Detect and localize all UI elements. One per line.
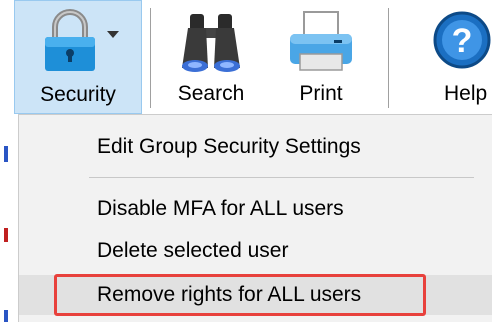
menu-separator xyxy=(89,177,474,178)
menu-item-disable-mfa[interactable]: Disable MFA for ALL users xyxy=(19,189,492,229)
help-label: Help xyxy=(444,82,488,105)
menu-item-delete-selected-user[interactable]: Delete selected user xyxy=(19,231,492,271)
background-edge-mark xyxy=(4,146,8,162)
highlight-annotation-box xyxy=(54,274,426,316)
chevron-down-icon[interactable] xyxy=(107,31,119,39)
menu-item-label: Edit Group Security Settings xyxy=(97,135,361,158)
menu-item-label: Delete selected user xyxy=(97,239,289,262)
menu-item-edit-group-security-settings[interactable]: Edit Group Security Settings xyxy=(19,127,492,167)
print-button[interactable]: Print xyxy=(274,0,368,114)
security-button[interactable]: Security xyxy=(14,0,142,114)
help-icon: ? xyxy=(433,11,491,69)
print-label: Print xyxy=(299,82,343,105)
printer-icon xyxy=(290,11,352,71)
padlock-icon xyxy=(45,9,95,71)
search-label: Search xyxy=(177,82,245,105)
background-edge-mark xyxy=(4,228,8,242)
security-label: Security xyxy=(40,83,116,106)
binoculars-icon xyxy=(182,14,240,72)
toolbar: Security Search Print ? Help xyxy=(0,0,492,114)
svg-text:?: ? xyxy=(452,22,473,60)
help-button[interactable]: ? Help xyxy=(410,0,492,114)
background-edge-mark xyxy=(4,310,8,322)
search-button[interactable]: Search xyxy=(160,0,262,114)
toolbar-separator xyxy=(150,8,151,108)
toolbar-separator xyxy=(388,8,389,108)
menu-item-label: Disable MFA for ALL users xyxy=(97,197,344,220)
